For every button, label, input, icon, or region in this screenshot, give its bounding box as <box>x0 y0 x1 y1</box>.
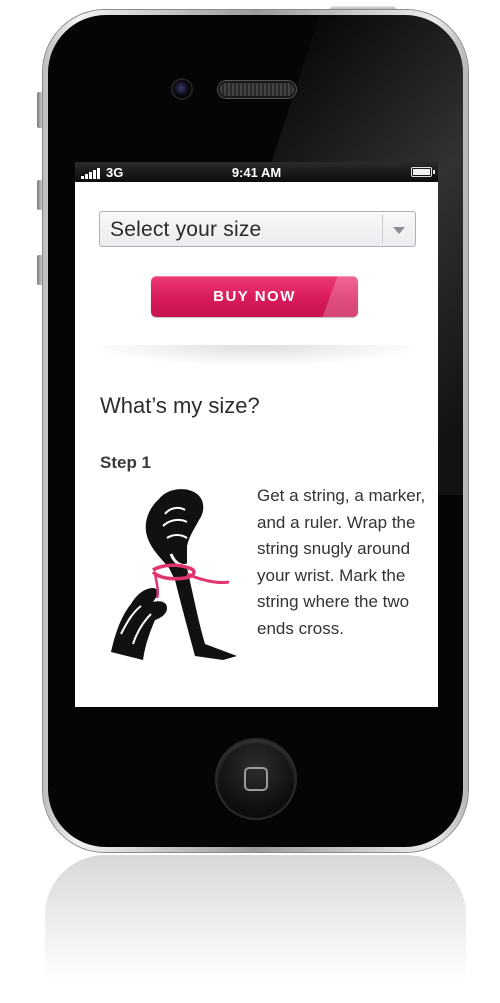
chevron-down-icon <box>393 227 405 234</box>
step-instructions: Get a string, a marker, and a ruler. Wra… <box>257 486 426 638</box>
wrist-string-illustration <box>111 489 237 660</box>
front-camera <box>173 80 191 98</box>
battery-icon <box>411 167 435 177</box>
select-divider <box>382 215 383 243</box>
earpiece-speaker <box>218 81 296 98</box>
status-time: 9:41 AM <box>231 165 282 180</box>
size-guide-heading: What’s my size? <box>100 393 260 418</box>
size-select[interactable]: Select your size <box>99 211 416 247</box>
section-divider <box>75 345 438 369</box>
status-bar: 3G 9:41 AM <box>75 162 438 182</box>
step-title: Step 1 <box>100 453 152 472</box>
home-button[interactable] <box>217 740 295 818</box>
phone-reflection <box>45 855 466 1003</box>
buy-now-button[interactable]: BUY NOW <box>151 276 358 317</box>
phone-screen: 3G 9:41 AM Select your size BUY NOW What… <box>75 162 438 707</box>
size-select-label: Select your size <box>110 218 262 241</box>
home-square-icon <box>244 767 268 791</box>
buy-now-label: BUY NOW <box>213 288 296 305</box>
phone-mockup-stage: 3G 9:41 AM Select your size BUY NOW What… <box>0 0 500 1003</box>
button-sheen <box>322 276 358 317</box>
